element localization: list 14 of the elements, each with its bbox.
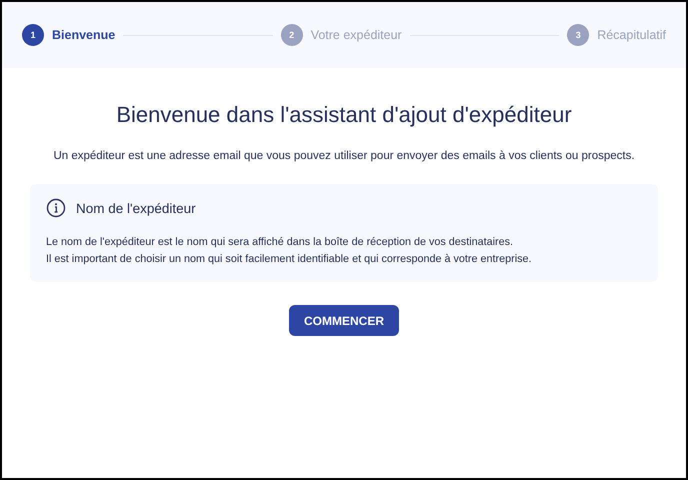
card-paragraph: Le nom de l'expéditeur est le nom qui sera affiché dans la boîte de réception de vos destinataires. xyxy=(46,235,514,250)
step-number: 2 xyxy=(280,24,303,46)
step-tab[interactable]: 1 Bienvenue xyxy=(22,24,116,46)
card-title: Nom de l'expéditeur xyxy=(76,200,196,216)
card-paragraph: Il est important de choisir un nom qui soit facilement identifiable et qui corresponde à votre entreprise. xyxy=(46,252,533,267)
step-number: 1 xyxy=(22,24,44,46)
step-number: 3 xyxy=(567,24,590,46)
step-label: Bienvenue xyxy=(52,28,116,42)
step-label: Votre expéditeur xyxy=(310,28,402,42)
start-button[interactable]: COMMENCER xyxy=(289,305,399,336)
page-title: Bienvenue dans l'assistant d'ajout d'expéditeur xyxy=(116,102,572,128)
info-icon xyxy=(46,198,66,218)
intro-text: Un expéditeur est une adresse email que vous pouvez utiliser pour envoyer des emails à vos clients ou prospects. xyxy=(53,150,635,162)
step-label: Récapitulatif xyxy=(597,28,666,42)
